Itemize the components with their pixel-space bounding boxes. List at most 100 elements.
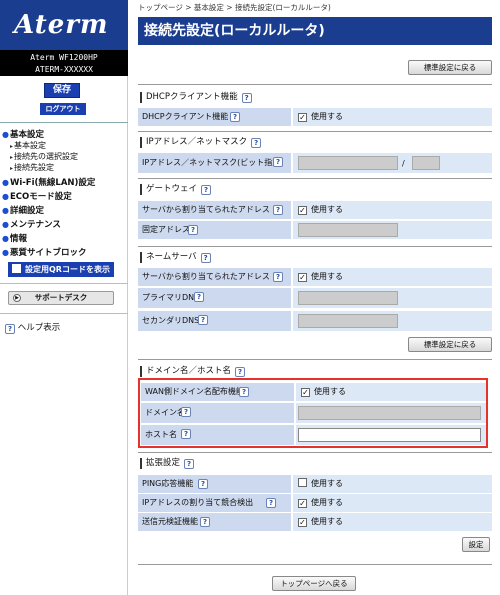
source-verify-checkbox[interactable]: ✓ 使用する	[298, 513, 343, 531]
section-title-domain: ドメイン名／ホスト名?	[140, 366, 246, 377]
help-icon[interactable]: ?	[200, 253, 211, 263]
ip-separator: /	[402, 159, 405, 168]
section-divider	[138, 564, 492, 565]
sidebar: Aterm Aterm WF1200HP ATERM-XXXXXX 保存 ログア…	[0, 0, 128, 595]
row-gateway-fixed: 固定アドレス?	[138, 221, 492, 239]
section-title-ip: IPアドレス／ネットマスク?	[140, 137, 262, 148]
breadcrumb: トップページ > 基本設定 > 接続先設定(ローカルルータ)	[138, 3, 331, 12]
menu-eco[interactable]: ●ECOモード設定	[2, 190, 72, 202]
sidebar-divider	[0, 122, 128, 123]
checkbox-checked-icon[interactable]: ✓	[298, 113, 307, 122]
menu-detail[interactable]: ●詳細設定	[2, 204, 44, 216]
restore-defaults-button[interactable]: 標準設定に戻る	[408, 60, 492, 75]
submenu-connection-settings[interactable]: ▸接続先設定	[10, 162, 54, 173]
help-icon[interactable]: ?	[241, 93, 252, 103]
checkbox-checked-icon[interactable]: ✓	[298, 499, 307, 508]
row-ip-netmask: IPアドレス／ネットマスク(ビット指定)? /	[138, 153, 492, 173]
row-dhcp-client: DHCPクライアント機能? ✓ 使用する	[138, 108, 492, 126]
row-ip-conflict: IPアドレスの割り当て競合検出? ✓ 使用する	[138, 494, 492, 512]
row-label: サーバから割り当てられたアドレス?	[138, 201, 293, 219]
help-icon[interactable]: ?	[273, 272, 283, 282]
secondary-dns-input[interactable]	[298, 314, 398, 328]
ping-checkbox[interactable]: 使用する	[298, 475, 343, 493]
help-icon[interactable]: ?	[251, 138, 262, 148]
help-icon[interactable]: ?	[273, 157, 283, 167]
menu-info[interactable]: ●情報	[2, 232, 27, 244]
bullet-icon: ●	[2, 206, 9, 215]
row-label: PING応答機能?	[138, 475, 293, 493]
sidebar-divider	[0, 283, 128, 284]
help-icon[interactable]: ?	[230, 112, 240, 122]
bullet-icon: ●	[2, 220, 9, 229]
arrow-icon: ▸	[10, 143, 14, 150]
fixed-address-input[interactable]	[298, 223, 398, 237]
menu-site-block[interactable]: ●悪質サイトブロック	[2, 246, 87, 258]
help-icon[interactable]: ?	[198, 315, 208, 325]
section-divider	[138, 84, 492, 85]
checkbox-unchecked-icon[interactable]	[298, 478, 307, 487]
section-divider	[138, 359, 492, 360]
submenu-connection-select[interactable]: ▸接続先の選択設定	[10, 151, 78, 162]
page-title: 接続先設定(ローカルルータ)	[138, 17, 492, 45]
row-label: セカンダリDNS?	[138, 311, 293, 331]
help-icon[interactable]: ?	[235, 367, 246, 377]
primary-dns-input[interactable]	[298, 291, 398, 305]
gateway-checkbox[interactable]: ✓ 使用する	[298, 201, 343, 219]
ip-conflict-checkbox[interactable]: ✓ 使用する	[298, 494, 343, 512]
section-divider	[138, 178, 492, 179]
help-icon[interactable]: ?	[184, 459, 195, 469]
section-title-dhcp: DHCPクライアント機能?	[140, 92, 252, 103]
menu-basic-settings[interactable]: ●基本設定	[2, 128, 44, 140]
bullet-icon: ●	[2, 248, 9, 257]
submenu-basic-settings[interactable]: ▸基本設定	[10, 140, 46, 151]
menu-maintenance[interactable]: ●メンテナンス	[2, 218, 61, 230]
dns-checkbox[interactable]: ✓ 使用する	[298, 268, 343, 286]
qr-code-button[interactable]: 設定用QRコードを表示	[8, 262, 114, 277]
row-source-verify: 送信元検証機能? ✓ 使用する	[138, 513, 492, 531]
row-ping: PING応答機能? 使用する	[138, 475, 492, 493]
device-id: ATERM-XXXXXX	[35, 65, 93, 74]
help-icon[interactable]: ?	[194, 292, 204, 302]
help-icon[interactable]: ?	[273, 205, 283, 215]
model-info: Aterm WF1200HP ATERM-XXXXXX	[0, 50, 128, 76]
circle-arrow-icon: ▶	[13, 294, 21, 302]
help-icon: ?	[5, 324, 15, 334]
support-desk-button[interactable]: ▶ サポートデスク	[8, 291, 114, 305]
row-secondary-dns: セカンダリDNS?	[138, 311, 492, 331]
help-icon[interactable]: ?	[200, 517, 210, 527]
restore-defaults-button-dns[interactable]: 標準設定に戻る	[408, 337, 492, 352]
bullet-icon: ●	[2, 234, 9, 243]
dhcp-checkbox[interactable]: ✓ 使用する	[298, 108, 343, 126]
qr-code-icon	[12, 264, 21, 273]
row-dns-server: サーバから割り当てられたアドレス? ✓ 使用する	[138, 268, 492, 286]
menu-wifi[interactable]: ●Wi-Fi(無線LAN)設定	[2, 176, 95, 188]
arrow-icon: ▸	[10, 154, 14, 161]
back-to-top-button[interactable]: トップページへ戻る	[272, 576, 356, 591]
row-label: サーバから割り当てられたアドレス?	[138, 268, 293, 286]
aterm-logo: Aterm	[0, 0, 128, 50]
help-icon[interactable]: ?	[198, 479, 208, 489]
checkbox-checked-icon[interactable]: ✓	[298, 273, 307, 282]
help-icon[interactable]: ?	[201, 185, 212, 195]
checkbox-checked-icon[interactable]: ✓	[298, 518, 307, 527]
help-toggle[interactable]: ? ヘルプ表示	[5, 321, 60, 334]
row-label: 送信元検証機能?	[138, 513, 293, 531]
save-button[interactable]: 保存	[44, 83, 80, 98]
bullet-icon: ●	[2, 130, 9, 139]
logout-button[interactable]: ログアウト	[40, 103, 86, 115]
apply-button[interactable]: 設定	[462, 537, 490, 552]
checkbox-checked-icon[interactable]: ✓	[298, 206, 307, 215]
section-title-extended: 拡張設定?	[140, 458, 195, 469]
help-icon[interactable]: ?	[188, 225, 198, 235]
row-label: 固定アドレス?	[138, 221, 293, 239]
section-divider	[138, 246, 492, 247]
highlight-box	[138, 378, 488, 448]
model-name: Aterm WF1200HP	[30, 53, 98, 62]
sidebar-divider	[0, 313, 128, 314]
help-icon[interactable]: ?	[266, 498, 276, 508]
netmask-input[interactable]	[412, 156, 440, 170]
ip-address-input[interactable]	[298, 156, 398, 170]
row-label: プライマリDNS?	[138, 288, 293, 308]
row-label: DHCPクライアント機能?	[138, 108, 293, 126]
section-divider	[138, 131, 492, 132]
